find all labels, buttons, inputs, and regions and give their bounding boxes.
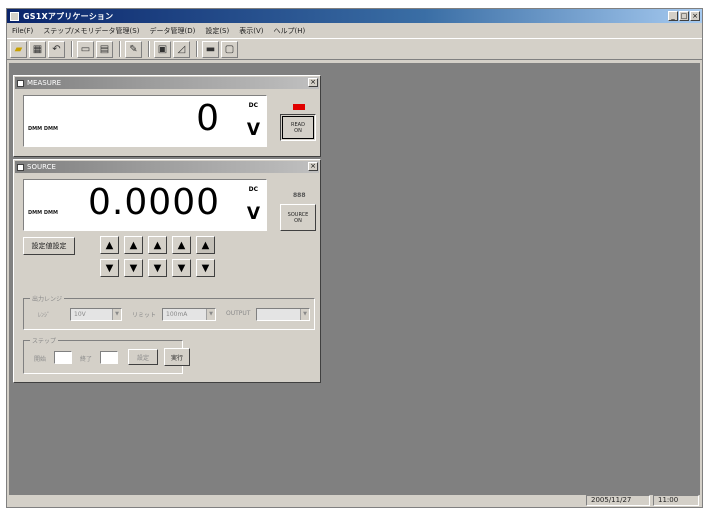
measure-mode-label: DMM DMM <box>28 126 58 132</box>
measure-display: DMM DMM 0 DC V <box>23 95 267 147</box>
limit-label: リミット <box>132 312 157 319</box>
source-on-button[interactable]: SOURCE ON <box>280 204 316 231</box>
menu-help[interactable]: ヘルプ(H) <box>269 26 311 36</box>
digit-up-arrow-1[interactable]: ▲ <box>100 236 119 254</box>
menu-bar: File(F) ステップ/メモリデータ管理(S) データ管理(D) 設定(S) … <box>7 24 702 37</box>
measure-window: MEASURE × DMM DMM 0 DC V READ ON <box>13 75 321 157</box>
step-group: ステップ 開始 終了 設定 <box>23 336 183 374</box>
source-window: SOURCE × DMM DMM 0.0000 DC V 888 SOURCE … <box>13 159 321 383</box>
menu-file[interactable]: File(F) <box>7 27 38 35</box>
window-icon <box>17 79 24 87</box>
source-mode-label: DMM DMM <box>28 210 58 216</box>
menu-settings[interactable]: 設定(S) <box>200 26 234 36</box>
application-window: GS1Xアプリケーション _ □ × File(F) ステップ/メモリデータ管理… <box>6 8 703 508</box>
digit-down-arrow-1[interactable]: ▼ <box>100 259 119 277</box>
output-label: OUTPUT <box>226 310 251 317</box>
maximize-button[interactable]: □ <box>679 11 689 21</box>
range-group: 出力レンジ ﾚﾝｼﾞ 10V ▼ リミット 100mA ▼ OUTPUT ▼ <box>23 294 315 330</box>
window-icon[interactable]: ▬ <box>202 40 219 58</box>
step-start-label: 開始 <box>34 356 47 363</box>
source-dc-label: DC <box>248 186 258 193</box>
undo-icon[interactable]: ↶ <box>48 40 65 58</box>
window-icon <box>17 163 24 171</box>
chevron-down-icon[interactable]: ▼ <box>206 309 215 320</box>
preset-button[interactable]: 設定値設定 <box>23 237 75 255</box>
menu-step-memory[interactable]: ステップ/メモリデータ管理(S) <box>38 26 144 36</box>
digit-up-arrow-4[interactable]: ▲ <box>172 236 191 254</box>
settings-icon[interactable]: ✎ <box>125 40 142 58</box>
graph-icon[interactable]: ◿ <box>173 40 190 58</box>
minimize-button[interactable]: _ <box>668 11 678 21</box>
status-time: 11:00 <box>653 495 699 506</box>
digit-up-arrow-3[interactable]: ▲ <box>148 236 167 254</box>
toolbar: ▰ ▦ ↶ ▭ ▤ ✎ ▣ ◿ ▬ ▢ <box>7 38 702 60</box>
step-start-input[interactable] <box>54 351 72 364</box>
source-value[interactable]: 0.0000 <box>88 182 220 223</box>
close-button[interactable]: × <box>690 11 700 21</box>
source-unit: V <box>246 204 260 224</box>
digit-down-arrow-4[interactable]: ▼ <box>172 259 191 277</box>
read-on-button[interactable]: READ ON <box>280 114 316 141</box>
digit-up-arrow-2[interactable]: ▲ <box>124 236 143 254</box>
range-select[interactable]: 10V ▼ <box>70 308 122 321</box>
panel-icon[interactable]: ▢ <box>221 40 238 58</box>
window-title: GS1Xアプリケーション <box>23 11 114 21</box>
measure-value: 0 <box>196 98 220 139</box>
digit-up-arrow-5[interactable]: ▲ <box>196 236 215 254</box>
measure-unit: V <box>246 120 260 140</box>
measure-window-title: MEASURE <box>27 79 62 87</box>
range-label: ﾚﾝｼﾞ <box>38 312 51 319</box>
measure-status-led <box>293 104 305 110</box>
app-icon <box>10 11 19 21</box>
menu-data[interactable]: データ管理(D) <box>144 26 200 36</box>
open-folder-icon[interactable]: ▰ <box>10 40 27 58</box>
step-end-input[interactable] <box>100 351 118 364</box>
run-button[interactable]: 実行 <box>164 348 190 366</box>
source-display: DMM DMM 0.0000 DC V <box>23 179 267 231</box>
digit-down-arrow-2[interactable]: ▼ <box>124 259 143 277</box>
step-group-title: ステップ <box>30 336 59 345</box>
source-close-button[interactable]: × <box>308 162 318 171</box>
save-icon[interactable]: ▦ <box>29 40 46 58</box>
measure-close-button[interactable]: × <box>308 78 318 87</box>
menu-view[interactable]: 表示(V) <box>234 26 268 36</box>
measure-window-title-bar[interactable]: MEASURE × <box>15 77 319 89</box>
status-bar: 2005/11/27 11:00 <box>7 494 702 507</box>
status-date: 2005/11/27 <box>586 495 650 506</box>
source-window-title-bar[interactable]: SOURCE × <box>15 161 319 173</box>
list-icon[interactable]: ▤ <box>96 40 113 58</box>
limit-select[interactable]: 100mA ▼ <box>162 308 216 321</box>
digit-down-arrow-5[interactable]: ▼ <box>196 259 215 277</box>
step-set-button[interactable]: 設定 <box>128 349 158 365</box>
source-status-indicator: 888 <box>293 192 306 199</box>
digit-down-arrow-3[interactable]: ▼ <box>148 259 167 277</box>
output-select[interactable]: ▼ <box>256 308 310 321</box>
title-bar[interactable]: GS1Xアプリケーション _ □ × <box>7 9 702 23</box>
mdi-client-area: MEASURE × DMM DMM 0 DC V READ ON SOURCE … <box>9 63 700 495</box>
measure-dc-label: DC <box>248 102 258 109</box>
document-icon[interactable]: ▭ <box>77 40 94 58</box>
chevron-down-icon[interactable]: ▼ <box>112 309 121 320</box>
meter-icon[interactable]: ▣ <box>154 40 171 58</box>
range-group-title: 出力レンジ <box>30 294 65 303</box>
step-end-label: 終了 <box>80 356 93 363</box>
source-window-title: SOURCE <box>27 163 56 171</box>
chevron-down-icon[interactable]: ▼ <box>300 309 309 320</box>
